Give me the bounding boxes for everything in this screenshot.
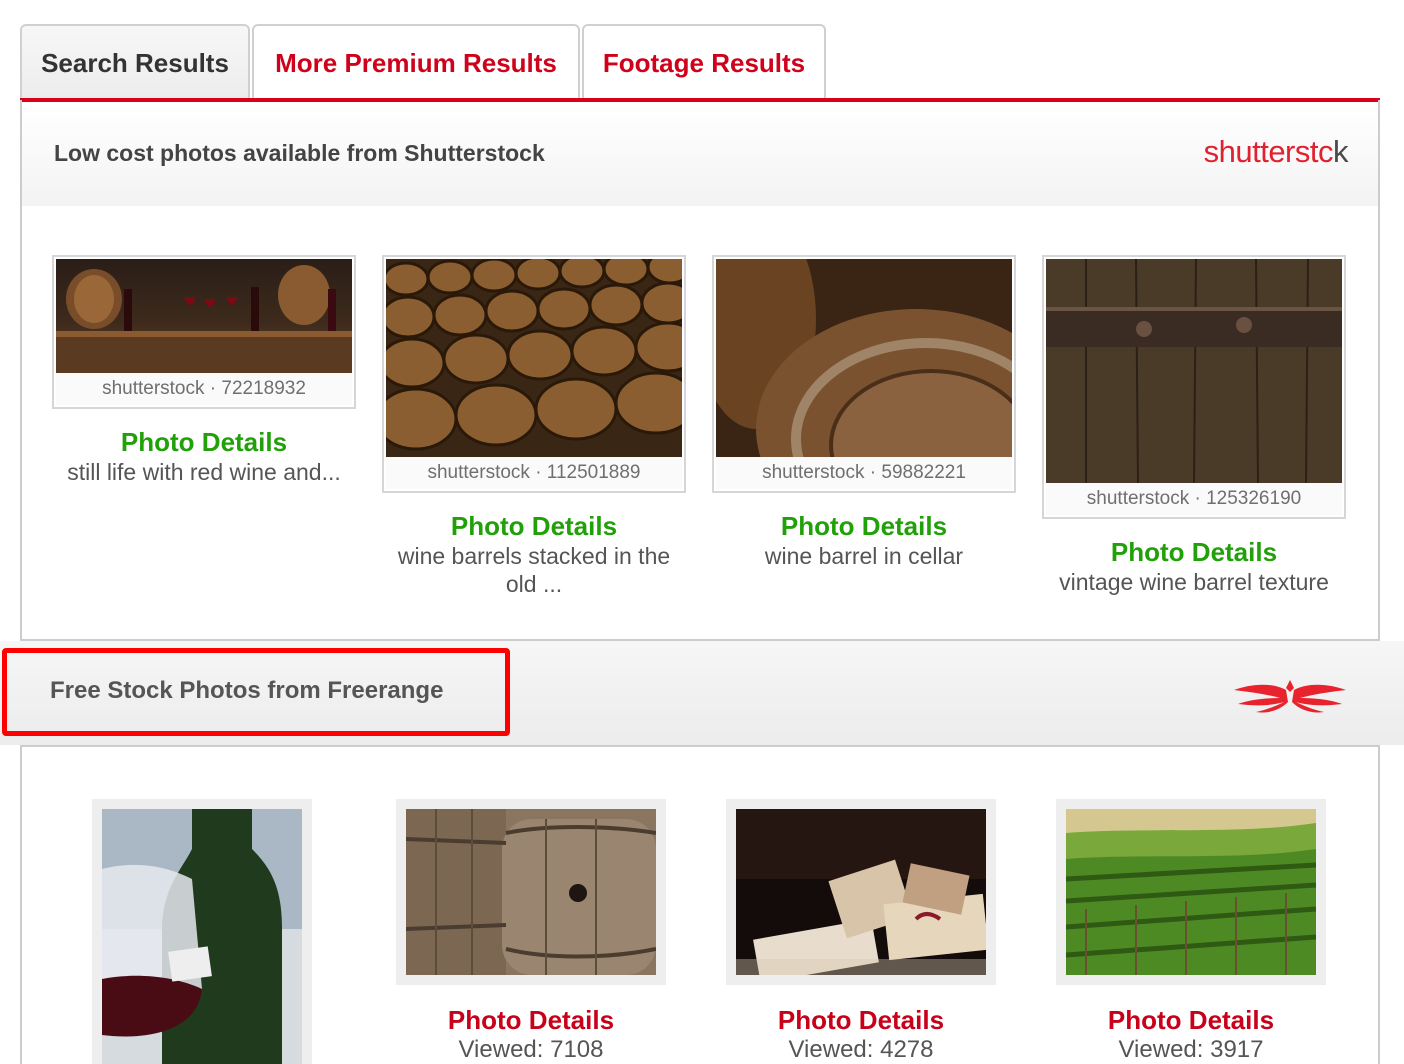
shutterstock-image-id: shutterstock · 125326190 [1046, 483, 1342, 515]
photo-description: still life with red wine and... [67, 459, 341, 485]
shutterstock-logo-prefix: shutterst [1203, 134, 1319, 169]
shutterstock-logo-mid: c [1318, 134, 1334, 169]
tab-footage-results[interactable]: Footage Results [582, 24, 826, 101]
shutterstock-photo-card: shutterstock · 59882221 Photo Details wi… [712, 255, 1016, 570]
freerange-photo-card: Photo Details Viewed: 3917 [1056, 799, 1326, 1064]
freerange-photo-card [92, 799, 312, 1064]
shutterstock-photo-card: shutterstock · 125326190 Photo Details v… [1042, 255, 1346, 596]
tab-more-premium-results[interactable]: More Premium Results [252, 24, 580, 101]
freerange-panel: Photo Details Viewed: 7108 Photo Details… [20, 745, 1380, 1064]
shutterstock-logo[interactable]: shutterstck [1203, 134, 1349, 170]
photo-description: wine barrel in cellar [764, 543, 964, 569]
shutterstock-panel: Low cost photos available from Shutterst… [20, 100, 1380, 641]
freerange-wings-logo-icon[interactable] [1232, 676, 1348, 716]
shutterstock-image-id: shutterstock · 72218932 [56, 373, 352, 405]
photo-thumbnail-frame[interactable] [726, 799, 996, 985]
highlight-box [2, 648, 510, 736]
tab-more-premium-label: More Premium Results [275, 48, 557, 78]
photo-details-link[interactable]: Photo Details [726, 1005, 996, 1036]
photo-details-link[interactable]: Photo Details [712, 511, 1016, 542]
shutterstock-photo-card: shutterstock · 112501889 Photo Details w… [382, 255, 686, 598]
shutterstock-image-id: shutterstock · 59882221 [716, 457, 1012, 489]
photo-thumbnail-frame[interactable]: shutterstock · 112501889 [382, 255, 686, 493]
freerange-photo-card: Photo Details Viewed: 4278 [726, 799, 996, 1064]
view-count: Viewed: 3917 [1118, 1036, 1264, 1063]
photo-thumbnail-frame[interactable] [1056, 799, 1326, 985]
stacked-barrels-image[interactable] [386, 259, 682, 457]
shutterstock-logo-suffix: k [1333, 134, 1349, 169]
photo-thumbnail-frame[interactable] [92, 799, 312, 1064]
photo-details-link[interactable]: Photo Details [396, 1005, 666, 1036]
wine-glass-bottle-image[interactable] [102, 809, 302, 1064]
photo-details-link[interactable]: Photo Details [1042, 537, 1346, 568]
freerange-photo-card: Photo Details Viewed: 7108 [396, 799, 666, 1064]
shutterstock-photo-card: shutterstock · 72218932 Photo Details st… [52, 255, 356, 486]
view-count: Viewed: 4278 [788, 1036, 934, 1063]
wine-still-life-image[interactable] [56, 259, 352, 373]
photo-description: wine barrels stacked in the old ... [397, 543, 671, 597]
photo-description: vintage wine barrel texture [1059, 569, 1329, 595]
wooden-barrels-image[interactable] [406, 809, 656, 975]
wine-barrel-cellar-image[interactable] [716, 259, 1012, 457]
photo-thumbnail-frame[interactable]: shutterstock · 125326190 [1042, 255, 1346, 519]
shutterstock-title: Low cost photos available from Shutterst… [54, 140, 545, 166]
photo-details-link[interactable]: Photo Details [52, 427, 356, 458]
tab-search-results-label: Search Results [41, 48, 229, 78]
photo-thumbnail-frame[interactable] [396, 799, 666, 985]
photo-details-link[interactable]: Photo Details [382, 511, 686, 542]
photo-details-link[interactable]: Photo Details [1056, 1005, 1326, 1036]
barrel-texture-image[interactable] [1046, 259, 1342, 483]
photo-thumbnail-frame[interactable]: shutterstock · 72218932 [52, 255, 356, 409]
tab-search-results[interactable]: Search Results [20, 24, 250, 101]
vineyard-image[interactable] [1066, 809, 1316, 975]
wine-corks-image[interactable] [736, 809, 986, 975]
view-count: Viewed: 7108 [458, 1036, 604, 1063]
photo-thumbnail-frame[interactable]: shutterstock · 59882221 [712, 255, 1016, 493]
tab-footage-label: Footage Results [602, 48, 806, 78]
shutterstock-image-id: shutterstock · 112501889 [386, 457, 682, 489]
shutterstock-header: Low cost photos available from Shutterst… [22, 104, 1378, 206]
